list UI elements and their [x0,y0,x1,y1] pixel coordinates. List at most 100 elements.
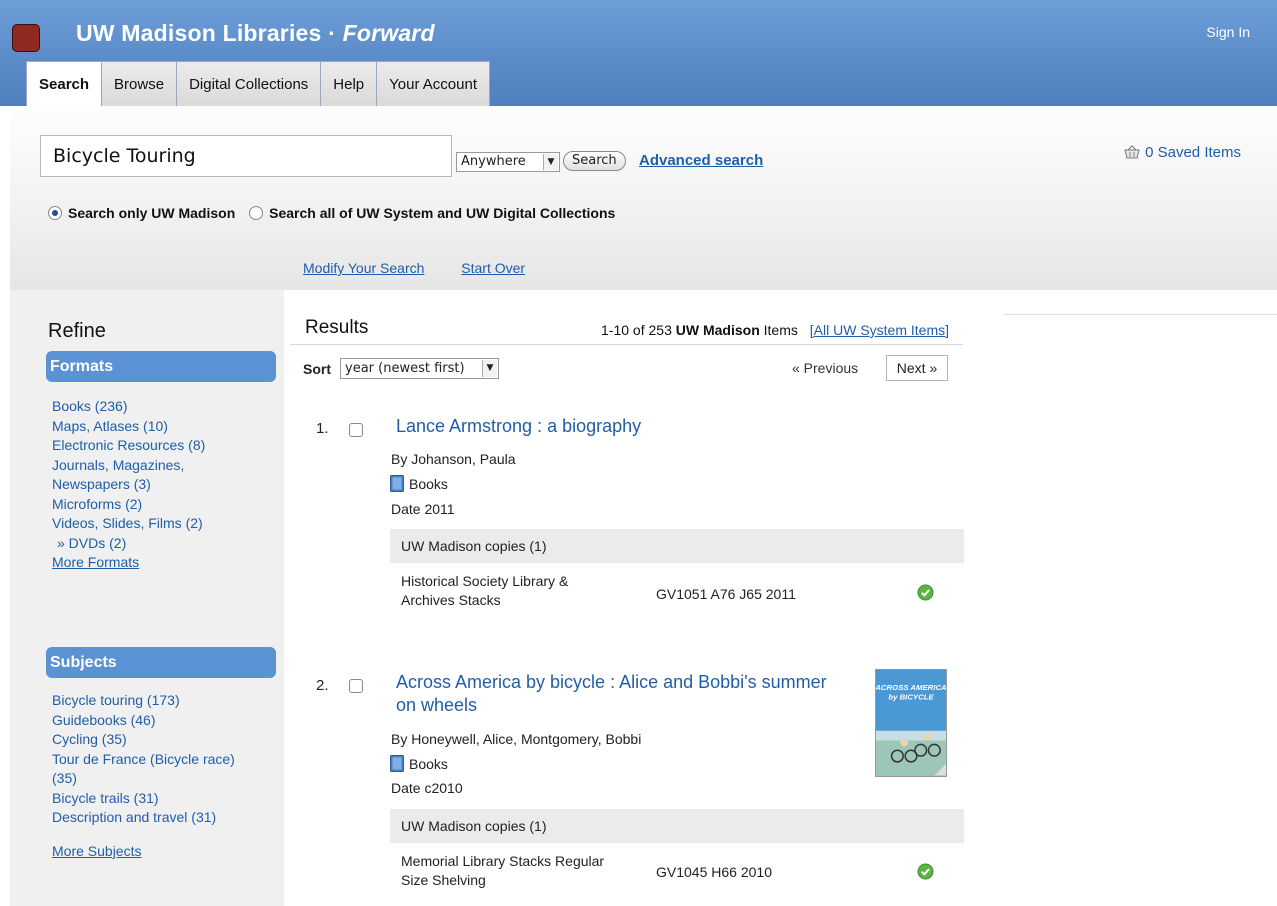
radio-uw-madison-label: Search only UW Madison [68,205,236,221]
record-checkbox[interactable] [349,679,363,693]
search-scope-select[interactable]: Anywhere ▼ [456,152,560,172]
radio-uw-system[interactable] [249,206,264,220]
facet-item[interactable]: Maps, Atlases (10) [52,417,205,437]
site-title-accent: Forward [342,20,435,46]
saved-items-link[interactable]: 0 Saved Items [1123,144,1241,161]
record-author: By Honeywell, Alice, Montgomery, Bobbi [391,731,642,747]
sign-in-link[interactable]: Sign In [1206,24,1250,40]
sort-label: Sort [303,361,331,377]
facet-item[interactable]: Cycling (35) [52,730,235,750]
facet-item[interactable]: Electronic Resources (8) [52,436,205,456]
book-cover-thumbnail[interactable]: ACROSS AMERICA by BICYCLE [875,669,947,777]
facet-item[interactable]: » DVDs (2) [52,534,205,554]
results-count-range: 1-10 of 253 [601,322,672,338]
record-date: Date c2010 [391,780,463,796]
svg-text:by BICYCLE: by BICYCLE [888,693,934,702]
copy-location: Historical Society Library & Archives St… [401,572,568,610]
more-formats-link[interactable]: More Formats [52,553,205,573]
record-author: By Johanson, Paula [391,451,516,467]
call-number: GV1051 A76 J65 2011 [656,586,796,602]
available-check-icon [917,584,934,601]
results-count: 1-10 of 253 UW Madison Items [All UW Sys… [601,322,949,338]
start-over-link[interactable]: Start Over [461,260,525,276]
record-format-label: Books [409,476,448,492]
refine-sidebar: Refine Formats Books (236) Maps, Atlases… [10,290,284,906]
modify-search-link[interactable]: Modify Your Search [303,260,424,276]
saved-items-label: 0 Saved Items [1145,144,1241,161]
record-date-label: Date [391,780,421,796]
facet-item[interactable]: (35) [52,769,235,789]
basket-icon [1124,145,1140,159]
search-scope-radios: Search only UW Madison Search all of UW … [48,205,625,221]
copies-header[interactable]: UW Madison copies (1) [390,809,964,843]
search-scope-value: Anywhere [461,154,526,169]
sort-value: year (newest first) [345,361,465,376]
copy-location-line: Historical Society Library & [401,573,569,589]
book-icon [390,475,404,492]
copies-header[interactable]: UW Madison copies (1) [390,529,964,563]
record-number: 2. [316,677,329,694]
tab-digital-collections[interactable]: Digital Collections [176,61,322,106]
results-count-unit: Items [763,322,798,338]
site-header: UW Madison Libraries · Forward Sign In S… [0,0,1277,107]
refine-title: Refine [48,320,106,342]
advanced-search-link[interactable]: Advanced search [639,152,763,169]
record-title-link[interactable]: Across America by bicycle : Alice and Bo… [396,671,827,717]
search-panel-links: Modify Your Search Start Over [303,260,558,276]
all-uw-system-items-link[interactable]: [All UW System Items] [810,322,949,338]
site-title[interactable]: UW Madison Libraries · Forward [76,20,435,47]
page-left-edge [0,290,10,906]
results-count-scope: UW Madison [675,322,760,338]
record-title-link[interactable]: Lance Armstrong : a biography [396,415,641,438]
call-number: GV1045 H66 2010 [656,864,772,880]
record-title-line: Across America by bicycle : Alice and Bo… [396,672,827,692]
facet-item[interactable]: Bicycle trails (31) [52,789,235,809]
chevron-down-icon: ▼ [482,360,497,377]
copy-location-line: Size Shelving [401,872,486,888]
logo-icon [12,24,40,52]
book-icon [390,755,404,772]
radio-uw-madison[interactable] [48,206,62,220]
divider [1003,314,1277,315]
record-title-line: on wheels [396,695,478,715]
tab-search[interactable]: Search [26,61,103,107]
facet-formats-list: Books (236) Maps, Atlases (10) Electroni… [52,397,205,573]
facet-item[interactable]: Guidebooks (46) [52,711,235,731]
facet-item[interactable]: Description and travel (31) [52,808,235,828]
facet-item[interactable]: Journals, Magazines, [52,456,205,476]
next-page-button[interactable]: Next » [886,355,948,381]
facet-item[interactable]: Microforms (2) [52,495,205,515]
search-input[interactable]: Bicycle Touring [40,135,452,177]
facet-item[interactable]: Books (236) [52,397,205,417]
svg-text:ACROSS AMERICA: ACROSS AMERICA [875,683,947,692]
more-subjects-link[interactable]: More Subjects [52,842,235,862]
facet-subjects-header[interactable]: Subjects [46,647,276,678]
facet-formats-header[interactable]: Formats [46,351,276,382]
chevron-down-icon: ▼ [543,154,558,170]
record-date-value: c2010 [424,780,463,796]
previous-page-link[interactable]: « Previous [792,360,858,376]
results-title: Results [305,317,369,338]
sort-select[interactable]: year (newest first) ▼ [340,358,499,379]
record-checkbox[interactable] [349,423,363,437]
facet-item[interactable]: Tour de France (Bicycle race) [52,750,235,770]
available-check-icon [917,863,934,880]
radio-uw-system-label: Search all of UW System and UW Digital C… [269,205,616,221]
record-format: Books [390,755,448,772]
record-date-value: 2011 [424,501,455,517]
site-title-main: UW Madison Libraries · [76,20,336,46]
tab-your-account[interactable]: Your Account [376,61,491,106]
facet-item[interactable]: Newspapers (3) [52,475,205,495]
facet-subjects-list: Bicycle touring (173) Guidebooks (46) Cy… [52,691,235,861]
copy-location-line: Memorial Library Stacks Regular [401,853,605,869]
record-format-label: Books [409,756,448,772]
search-button[interactable]: Search [563,151,626,171]
divider [290,344,963,345]
tab-browse[interactable]: Browse [101,61,178,106]
results-panel: Results 1-10 of 253 UW Madison Items [Al… [290,290,965,906]
tab-help[interactable]: Help [320,61,378,106]
record-number: 1. [316,420,329,437]
facet-item[interactable]: Bicycle touring (173) [52,691,235,711]
facet-item[interactable]: Videos, Slides, Films (2) [52,514,205,534]
copy-location: Memorial Library Stacks Regular Size She… [401,852,604,890]
